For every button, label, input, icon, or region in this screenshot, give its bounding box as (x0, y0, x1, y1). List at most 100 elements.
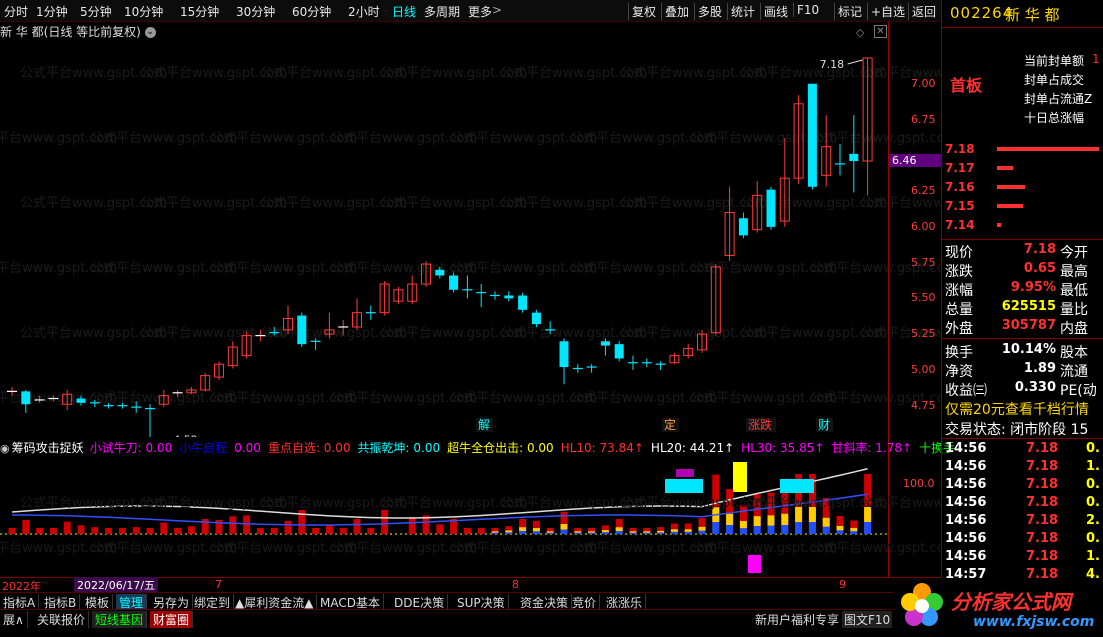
period-tab-5[interactable]: 30分钟 (236, 3, 275, 20)
period-tab-7[interactable]: 2小时 (348, 3, 380, 20)
indicator-menu-icon[interactable]: ◉ (0, 442, 10, 455)
indicator-bar-blue (753, 526, 761, 534)
indicator-bar-blue (850, 531, 858, 534)
seal-label-0: 当前封单额 (1024, 54, 1085, 68)
quote-val-2: 9.95% (1010, 280, 1056, 295)
link-tab-1[interactable]: 关联报价 (34, 611, 90, 628)
price-tick-0: 7.00 (911, 76, 936, 90)
indicator-bar-yellow (643, 531, 651, 533)
tick-price-0: 7.18 (1026, 441, 1059, 456)
diamond-icon[interactable]: ◇ (856, 26, 864, 39)
quote-key2-2: 最低 (1060, 283, 1088, 299)
ladder-bar-3 (997, 204, 1023, 208)
link-tab-0[interactable]: 展∧ (0, 611, 28, 628)
indicator-bar-yellow (615, 527, 623, 531)
quote-key2-7: PE(动 (1060, 383, 1097, 399)
indicator-bar-blue (822, 526, 830, 534)
link-tab-3[interactable]: 财富圈 (150, 611, 194, 628)
stock-name: 新 华 都 (1005, 6, 1060, 24)
indicator-bar-yellow (532, 528, 540, 532)
period-tab-2[interactable]: 5分钟 (80, 3, 112, 20)
quote-key2-5: 股本 (1060, 345, 1088, 361)
toolbar-action-4[interactable]: 画线 (760, 3, 788, 20)
watermark-text: 公式平台www.gspt.com (860, 496, 941, 511)
indicator-value-7: HL20: 44.21↑ (650, 441, 735, 455)
indicator-bar-yellow (850, 527, 858, 532)
quote-key2-3: 量比 (1060, 302, 1088, 318)
indicator-bar-blue (601, 532, 609, 534)
event-1: 定 (664, 417, 676, 432)
indicator-bar-blue (519, 531, 527, 534)
link-tab-2[interactable]: 短线基因 (92, 611, 148, 628)
indicator-legend: ◉ 筹码攻击捉妖 小试牛刀: 0.00 小牛启程 0.00 重点自选: 0.00 共振乾坤:… (0, 439, 962, 456)
current-price-tag: 6.46 (889, 154, 941, 167)
indicator-bar-blue (629, 532, 637, 534)
period-tab-9[interactable]: 多周期 (424, 3, 460, 20)
price-tick-9: 4.75 (911, 398, 936, 412)
indicator-bar-blue (532, 531, 540, 534)
quote-key2-4: 内盘 (1060, 321, 1088, 337)
toolbar-action-6[interactable]: 标记 (834, 3, 862, 20)
close-icon[interactable]: ✕ (874, 25, 887, 38)
indicator-value-8: HL30: 35.85↑ (741, 441, 825, 455)
indicator-value-3: 重点自选: 0.00 (267, 441, 351, 455)
toolbar-action-0[interactable]: 复权 (628, 3, 656, 20)
indicator-panel[interactable]: 公式平台www.gspt.com公式平台www.gspt.com公式平台www.… (0, 437, 941, 577)
indicator-value-9: 甘斜率: 1.78↑ (831, 441, 913, 455)
indicator-bar (132, 527, 140, 534)
candlestick-chart[interactable]: 公式平台www.gspt.com公式平台www.gspt.com公式平台www.… (0, 22, 941, 437)
event-2: 涨跌 (748, 417, 772, 432)
period-tab-0[interactable]: 分时 (4, 3, 28, 20)
period-tab-3[interactable]: 10分钟 (124, 3, 163, 20)
period-tab-6[interactable]: 60分钟 (292, 3, 331, 20)
indicator-tab-bar: 指标A 指标B 模板 管理 另存为 绑定到 ▲犀利资金流▲ MACD基本 DDE决策 SUP决策资… (0, 592, 941, 611)
promo-link[interactable]: 新用户福利专享 (755, 611, 839, 628)
toolbar-action-2[interactable]: 多股 (694, 3, 722, 20)
tick-price-5: 7.18 (1026, 531, 1059, 546)
chevron-down-icon[interactable]: ⌄ (144, 27, 156, 38)
high-label: 7.18 (820, 58, 845, 71)
indicator-bar (77, 525, 85, 534)
indicator-bar-yellow (588, 531, 596, 533)
signal-block-pink (748, 555, 761, 573)
indicator-bar-blue (643, 532, 651, 534)
quote-val-0: 7.18 (1023, 242, 1056, 257)
indicator-bar-yellow (519, 527, 527, 531)
indicator-bar-blue (491, 532, 499, 534)
indicator-bar (312, 528, 320, 534)
period-tab-10[interactable]: 更多 (468, 3, 492, 20)
chart-title: 新 华 都(日线 等比前复权) ⌄ (0, 23, 156, 40)
period-tab-8[interactable]: 日线 (392, 3, 416, 20)
quote-key2-1: 最高 (1060, 264, 1088, 280)
event-3: 财 (818, 418, 830, 432)
indicator-value-2: 0.00 (234, 441, 261, 455)
seal-label-2: 封单占流通Z (1024, 92, 1093, 106)
seal-label-3: 十日总涨幅 (1024, 111, 1085, 125)
indicator-bar-yellow (753, 516, 761, 527)
indicator-value-5: 超牛全仓出击: 0.00 (447, 441, 554, 455)
period-tab-4[interactable]: 15分钟 (180, 3, 219, 20)
indicator-bar-yellow (781, 513, 789, 525)
stock-code: 002264 (950, 4, 1014, 22)
indicator-bar (187, 526, 195, 534)
indicator-bar (436, 524, 444, 534)
tick-price-6: 7.18 (1026, 549, 1059, 564)
ladder-price-2: 7.16 (945, 180, 975, 194)
toolbar-action-5[interactable]: F10 (793, 3, 819, 17)
price-tick-1: 6.75 (911, 112, 936, 126)
month-8: 8 (512, 578, 519, 591)
level2-ad[interactable]: 仅需20元查看千档行情 (945, 399, 1089, 419)
toolbar-action-8[interactable]: 返回 (908, 3, 936, 20)
period-tab-1[interactable]: 1分钟 (36, 3, 68, 20)
indicator-bar-blue (712, 522, 720, 534)
cursor-date: 2022/06/17/五 (74, 577, 159, 593)
f10-link[interactable]: 图文F10 (842, 611, 893, 628)
indicator-bar-yellow (726, 513, 734, 525)
tick-time-4: 14:56 (945, 513, 987, 528)
toolbar-action-1[interactable]: 叠加 (661, 3, 689, 20)
quote-key-4: 外盘 (945, 321, 973, 337)
chevron-right-icon[interactable]: > (492, 3, 502, 17)
toolbar-action-3[interactable]: 统计 (727, 3, 755, 20)
toolbar-action-7[interactable]: +自选 (867, 3, 905, 20)
quote-key-0: 现价 (945, 245, 973, 261)
